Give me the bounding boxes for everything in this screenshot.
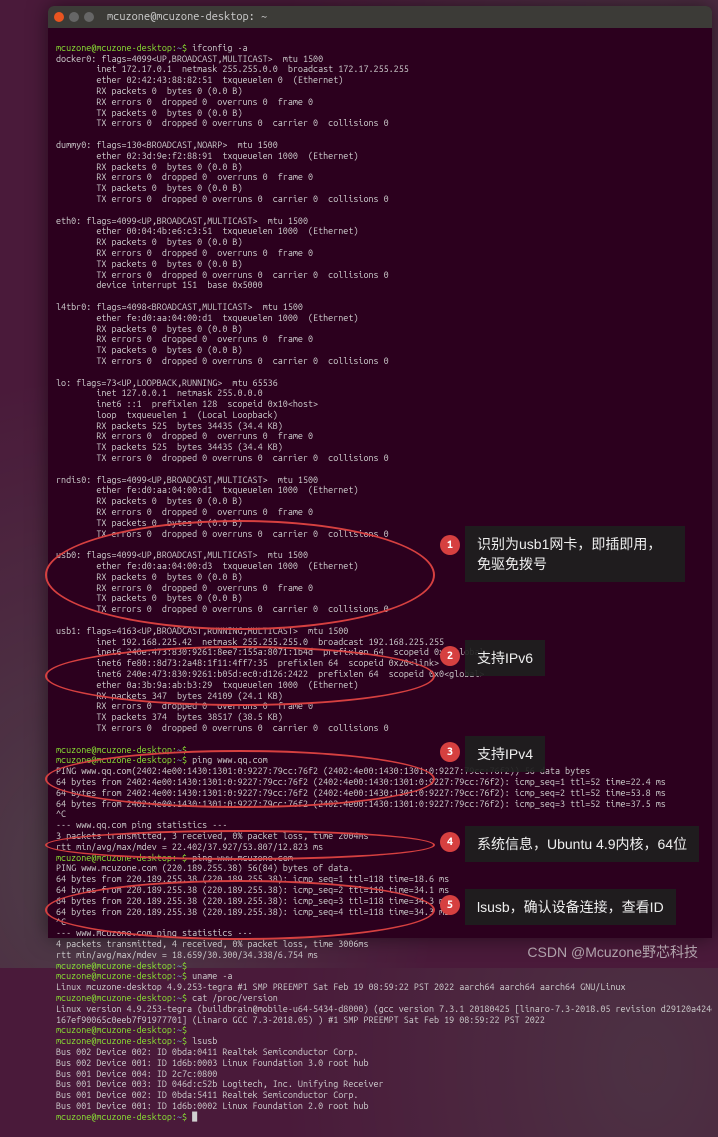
badge-1: 1 — [440, 535, 460, 555]
out-rndis0: rndis0: flags=4099<UP,BROADCAST,MULTICAS… — [56, 475, 318, 485]
out-docker0: docker0: flags=4099<UP,BROADCAST,MULTICA… — [56, 54, 323, 64]
annotation-circle-4 — [45, 830, 435, 860]
cmd-ifconfig: ifconfig -a — [192, 43, 247, 53]
close-icon[interactable] — [54, 12, 64, 22]
out-uname: Linux mcuzone-desktop 4.9.253-tegra #1 S… — [56, 982, 626, 992]
callout-3: 支持IPv4 — [465, 736, 545, 772]
maximize-icon[interactable] — [84, 12, 94, 22]
prompt: mcuzone@mcuzone-desktop:~$ — [56, 993, 187, 1003]
badge-3: 3 — [440, 742, 460, 762]
minimize-icon[interactable] — [69, 12, 79, 22]
callout-1: 识别为usb1网卡，即插即用，免驱免拨号 — [465, 526, 685, 582]
callout-4: 系统信息，Ubuntu 4.9内核，64位 — [465, 826, 699, 862]
callout-5: lsusb，确认设备连接，查看ID — [465, 889, 676, 925]
cmd-cat-proc: cat /proc/version — [192, 993, 278, 1003]
badge-2: 2 — [440, 646, 460, 666]
cmd-lsusb: lsusb — [192, 1036, 217, 1046]
prompt: mcuzone@mcuzone-desktop:~$ — [56, 1025, 187, 1035]
annotation-circle-2 — [45, 646, 435, 706]
out-eth0: eth0: flags=4099<UP,BROADCAST,MULTICAST>… — [56, 216, 308, 226]
annotation-circle-3 — [45, 750, 435, 808]
out-lo: lo: flags=73<UP,LOOPBACK,RUNNING> mtu 65… — [56, 378, 278, 388]
out-ping-mcu: PING www.mcuzone.com (220.189.255.38) 56… — [56, 863, 353, 873]
out-l4tbr0: l4tbr0: flags=4098<BROADCAST,MULTICAST> … — [56, 302, 303, 312]
badge-5: 5 — [440, 895, 460, 915]
badge-4: 4 — [440, 832, 460, 852]
window-title: mcuzone@mcuzone-desktop: ~ — [107, 11, 267, 23]
cmd-uname: uname -a — [192, 971, 232, 981]
annotation-circle-1 — [45, 520, 435, 630]
prompt: mcuzone@mcuzone-desktop:~$ — [56, 43, 187, 53]
cursor-block: █ — [192, 1112, 197, 1122]
prompt: mcuzone@mcuzone-desktop:~$ — [56, 1112, 187, 1122]
callout-2: 支持IPv6 — [465, 640, 545, 676]
prompt: mcuzone@mcuzone-desktop:~$ — [56, 971, 187, 981]
out-lsusb: Bus 002 Device 002: ID 0bda:0411 Realtek… — [56, 1047, 358, 1057]
watermark: CSDN @Mcuzone野芯科技 — [527, 942, 698, 962]
prompt: mcuzone@mcuzone-desktop:~$ — [56, 961, 187, 971]
prompt: mcuzone@mcuzone-desktop:~$ — [56, 1036, 187, 1046]
annotation-circle-5 — [45, 880, 435, 940]
out-dummy0: dummy0: flags=130<BROADCAST,NOARP> mtu 1… — [56, 140, 278, 150]
out-procv: Linux version 4.9.253-tegra (buildbrain@… — [56, 1004, 712, 1014]
titlebar[interactable]: mcuzone@mcuzone-desktop: ~ — [48, 6, 712, 28]
